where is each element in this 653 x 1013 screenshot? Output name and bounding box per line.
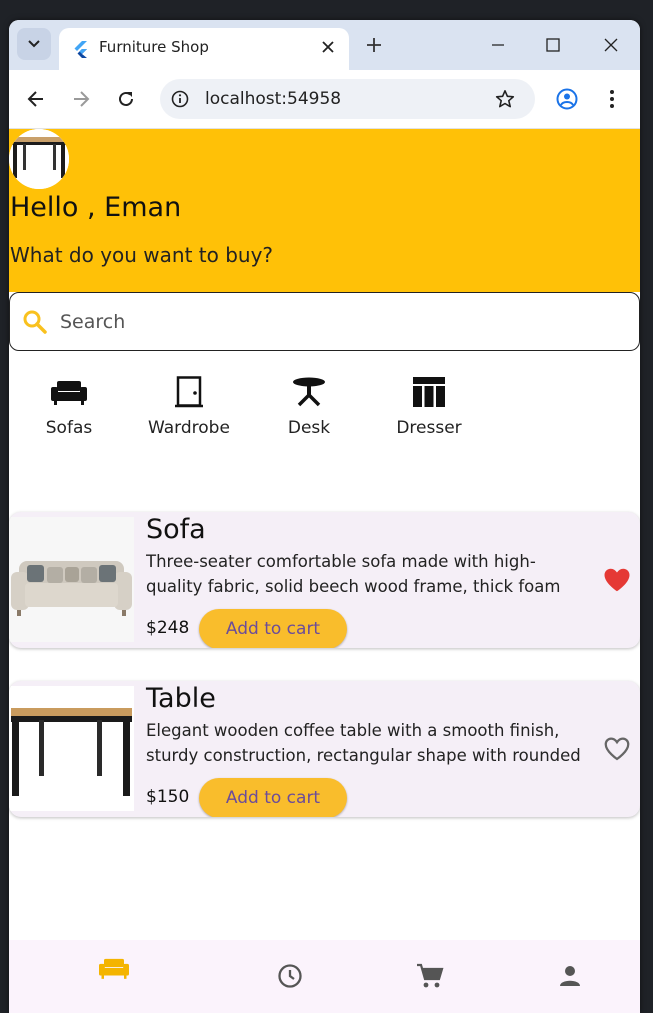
nav-history[interactable] — [270, 958, 310, 994]
category-wardrobe[interactable]: Wardrobe — [134, 372, 244, 438]
category-label: Dresser — [396, 418, 462, 438]
product-card-sofa[interactable]: Sofa Three-seater comfortable sofa made … — [9, 512, 640, 648]
app-content: Hello , Eman What do you want to buy? So… — [9, 129, 640, 1013]
favorite-outline-icon[interactable] — [602, 734, 632, 764]
table-icon — [293, 377, 325, 407]
subtitle: What do you want to buy? — [10, 243, 274, 267]
reload-icon — [119, 91, 133, 106]
product-card-table[interactable]: Table Elegant wooden coffee table with a… — [9, 681, 640, 817]
arrow-right-icon — [74, 91, 90, 107]
account-circle-icon — [556, 88, 578, 110]
flutter-icon — [74, 41, 87, 58]
back-button[interactable] — [21, 84, 51, 114]
avatar — [9, 129, 69, 189]
sofa-icon — [99, 958, 129, 979]
close-tab-button[interactable] — [317, 36, 339, 58]
sofa-image — [9, 517, 134, 642]
tab-search-button[interactable] — [17, 28, 51, 60]
reload-button[interactable] — [111, 84, 141, 114]
category-label: Desk — [287, 418, 331, 438]
forward-button[interactable] — [66, 84, 96, 114]
minimize-button[interactable] — [483, 30, 513, 60]
info-icon — [171, 90, 189, 108]
favorite-filled-icon[interactable] — [602, 565, 632, 595]
product-image — [9, 686, 134, 811]
tab-title: Furniture Shop — [99, 38, 209, 56]
add-to-cart-button[interactable]: Add to cart — [199, 778, 347, 817]
product-image — [9, 517, 134, 642]
category-dresser[interactable]: Dresser — [374, 372, 484, 438]
browser-window: Furniture Shop localhost:54958 Hello , E… — [9, 20, 640, 1013]
chevron-down-icon — [28, 40, 40, 48]
dresser-icon — [413, 377, 445, 407]
url-text: localhost:54958 — [205, 89, 342, 109]
search-box — [9, 292, 640, 351]
category-label: Sofas — [45, 418, 93, 438]
nav-home[interactable] — [94, 950, 134, 986]
tab-strip: Furniture Shop — [9, 20, 640, 70]
sofa-icon — [51, 381, 87, 405]
address-bar: localhost:54958 — [9, 70, 640, 129]
minimize-icon — [492, 44, 504, 46]
new-tab-button[interactable] — [361, 32, 387, 58]
category-sofas[interactable]: Sofas — [14, 372, 124, 438]
product-title: Table — [146, 683, 216, 714]
nav-profile[interactable] — [550, 958, 590, 994]
close-icon — [322, 41, 334, 53]
category-label: Wardrobe — [148, 418, 230, 438]
product-description: Three-seater comfortable sofa made with … — [146, 552, 561, 596]
close-icon — [604, 38, 618, 52]
arrow-left-icon — [27, 91, 43, 107]
maximize-icon — [546, 38, 560, 52]
tab-furniture-shop[interactable]: Furniture Shop — [59, 28, 349, 70]
plus-icon — [367, 38, 381, 52]
history-icon — [278, 964, 302, 988]
add-to-cart-button[interactable]: Add to cart — [199, 609, 347, 648]
maximize-button[interactable] — [538, 30, 568, 60]
product-title: Sofa — [146, 514, 206, 545]
product-price: $248 — [146, 618, 190, 638]
header: Hello , Eman What do you want to buy? — [9, 129, 640, 292]
category-desk[interactable]: Desk — [254, 372, 364, 438]
person-icon — [560, 966, 580, 986]
close-window-button[interactable] — [596, 30, 626, 60]
cart-icon — [417, 963, 444, 988]
door-icon — [175, 376, 203, 408]
product-price: $150 — [146, 787, 190, 807]
table-image — [9, 129, 69, 189]
bottom-navigation — [9, 940, 640, 1013]
star-icon[interactable] — [495, 89, 515, 109]
search-icon — [23, 310, 47, 334]
more-vert-icon — [610, 90, 614, 108]
nav-cart[interactable] — [410, 958, 450, 994]
browser-menu-button[interactable] — [597, 84, 627, 114]
product-description: Elegant wooden coffee table with a smoot… — [146, 721, 581, 765]
url-field[interactable]: localhost:54958 — [160, 79, 535, 119]
greeting: Hello , Eman — [10, 192, 182, 223]
profile-button[interactable] — [552, 84, 582, 114]
search-input[interactable] — [58, 305, 622, 339]
table-image — [9, 686, 134, 811]
